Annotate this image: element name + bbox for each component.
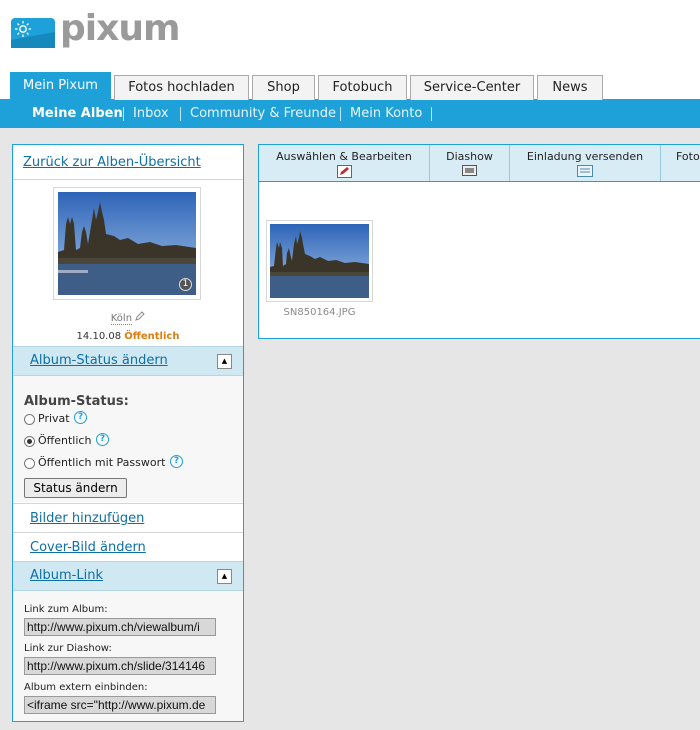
slideshow-button[interactable]: Diashow (430, 145, 510, 181)
slideshow-link-field[interactable]: http://www.pixum.ch/slide/314146 (24, 657, 216, 675)
help-icon[interactable]: ? (74, 411, 87, 424)
change-status-button[interactable]: Status ändern (24, 478, 127, 498)
radio-privat-label: Privat (38, 412, 70, 425)
subnav-inbox[interactable]: Inbox (133, 100, 169, 128)
radio-oeffentlich-passwort-label: Öffentlich mit Passwort (38, 456, 166, 469)
album-link-field[interactable]: http://www.pixum.ch/viewalbum/i (24, 618, 216, 636)
select-edit-button[interactable]: Auswählen & Bearbeiten (259, 145, 430, 181)
album-link-label: Link zum Album: (24, 604, 108, 615)
subnav-mein-konto[interactable]: Mein Konto (350, 100, 422, 128)
thumbnail-image (270, 224, 369, 298)
send-invitation-button[interactable]: Einladung versenden (510, 145, 661, 181)
photo-thumbnail[interactable] (266, 220, 373, 302)
album-status-header[interactable]: Album-Status ändern ▲ (13, 346, 243, 376)
cover-photo: 1 (58, 192, 196, 295)
help-icon[interactable]: ? (170, 455, 183, 468)
photo-count-badge: 1 (179, 278, 192, 291)
album-link-panel: Link zum Album: http://www.pixum.ch/view… (13, 591, 243, 721)
tab-shop[interactable]: Shop (252, 75, 315, 100)
slideshow-link-label: Link zur Diashow: (24, 643, 112, 654)
album-toolbar: Auswählen & Bearbeiten Diashow Einladung… (259, 145, 700, 182)
radio-oeffentlich-passwort[interactable] (24, 458, 35, 469)
photos-label: Fotos (676, 150, 700, 163)
select-edit-label: Auswählen & Bearbeiten (276, 150, 412, 163)
album-status-value: Öffentlich (124, 331, 180, 342)
tab-fotobuch[interactable]: Fotobuch (318, 75, 407, 100)
pixum-logo-text[interactable]: pixum (60, 8, 180, 49)
collapse-up-icon[interactable]: ▲ (217, 354, 232, 369)
add-pictures-link[interactable]: Bilder hinzufügen (30, 511, 220, 526)
photo-filename: SN850164.JPG (283, 307, 356, 318)
album-name-text: Köln (110, 313, 133, 325)
tab-mein-pixum[interactable]: Mein Pixum (10, 72, 111, 101)
main-tabs: Mein Pixum Fotos hochladen Shop Fotobuch… (0, 72, 700, 101)
subnav-separator (180, 107, 181, 121)
radio-oeffentlich[interactable] (24, 436, 35, 447)
subnav-community[interactable]: Community & Freunde (190, 100, 336, 128)
send-invitation-label: Einladung versenden (526, 150, 644, 163)
edit-icon (337, 165, 352, 181)
album-status-toggle-link[interactable]: Album-Status ändern (30, 353, 220, 368)
subnav-separator (340, 107, 341, 121)
tab-service-center[interactable]: Service-Center (410, 75, 534, 100)
tab-news[interactable]: News (537, 75, 603, 100)
add-pictures-row: Bilder hinzufügen (13, 503, 243, 532)
slideshow-label: Diashow (446, 150, 493, 163)
subnav-separator (123, 107, 124, 121)
invitation-icon (577, 165, 593, 180)
pencil-icon[interactable] (135, 311, 145, 324)
photos-button[interactable]: Fotos (661, 145, 700, 181)
subnav-separator (431, 107, 432, 121)
collapse-up-icon[interactable]: ▲ (217, 569, 232, 584)
album-date: 14.10.08 (76, 331, 122, 342)
album-status-panel: Album-Status: Privat ? Öffentlich ? Öffe… (13, 376, 243, 502)
album-sidebar: Zurück zur Alben-Übersicht 1 Köln 14.10.… (12, 144, 244, 722)
header: pixum (0, 0, 700, 72)
subnav-meine-alben[interactable]: Meine Alben (32, 100, 123, 128)
sub-navigation: Meine Alben Inbox Community & Freunde Me… (0, 100, 700, 128)
album-link-toggle-link[interactable]: Album-Link (30, 568, 220, 583)
radio-privat[interactable] (24, 414, 35, 425)
tab-fotos-hochladen[interactable]: Fotos hochladen (114, 75, 249, 100)
divider (13, 179, 243, 180)
pixum-logo-icon[interactable] (11, 18, 55, 48)
album-meta: 14.10.08 Öffentlich (13, 331, 243, 342)
help-icon[interactable]: ? (96, 433, 109, 446)
slideshow-icon (462, 165, 477, 179)
change-cover-row: Cover-Bild ändern (13, 532, 243, 561)
album-cover[interactable]: 1 (53, 187, 201, 300)
embed-code-label: Album extern einbinden: (24, 682, 148, 693)
album-name[interactable]: Köln (13, 311, 243, 325)
album-link-header[interactable]: Album-Link ▲ (13, 561, 243, 591)
embed-code-field[interactable]: <iframe src="http://www.pixum.de (24, 696, 216, 714)
change-cover-link[interactable]: Cover-Bild ändern (30, 540, 220, 555)
radio-oeffentlich-label: Öffentlich (38, 434, 92, 447)
album-status-heading: Album-Status: (24, 394, 129, 409)
back-to-albums-link[interactable]: Zurück zur Alben-Übersicht (23, 155, 233, 170)
album-content: Auswählen & Bearbeiten Diashow Einladung… (258, 144, 700, 339)
